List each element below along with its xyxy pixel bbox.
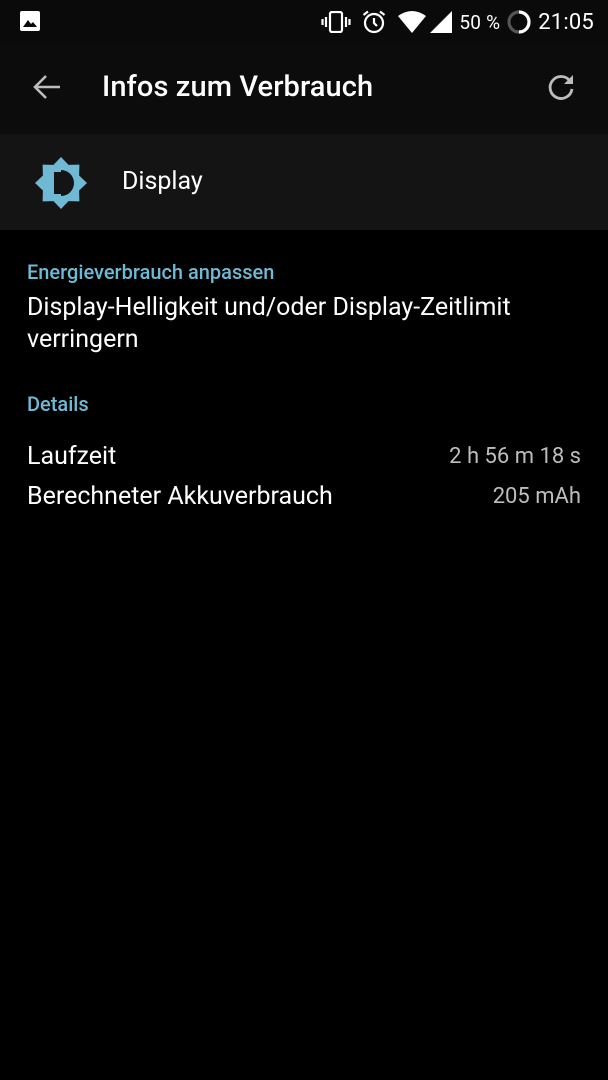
vibrate-icon (321, 11, 352, 33)
battery-percent: 50 % (459, 10, 501, 34)
back-button[interactable] (22, 66, 72, 112)
app-header-card: Display (0, 134, 608, 230)
wifi-icon (397, 10, 427, 34)
detail-row-laufzeit: Laufzeit 2 h 56 m 18 s (27, 438, 581, 474)
status-bar: 50 % 21:05 (0, 0, 608, 44)
detail-label: Laufzeit (27, 441, 117, 471)
detail-value: 205 mAh (492, 483, 581, 509)
refresh-button[interactable] (536, 66, 586, 112)
alarm-icon (361, 9, 387, 35)
refresh-icon (546, 72, 576, 106)
page-title: Infos zum Verbrauch (102, 70, 374, 104)
clock: 21:05 (538, 9, 594, 35)
battery-icon (506, 9, 532, 35)
image-icon (19, 10, 41, 32)
section-title-adjust: Energieverbrauch anpassen (27, 260, 275, 284)
detail-value: 2 h 56 m 18 s (449, 443, 581, 469)
arrow-back-icon (32, 72, 62, 106)
section-title-details: Details (27, 392, 89, 416)
brightness-icon (34, 156, 88, 210)
app-name: Display (122, 167, 203, 196)
app-bar: Infos zum Verbrauch (0, 44, 608, 134)
detail-row-akkuverbrauch: Berechneter Akkuverbrauch 205 mAh (27, 478, 581, 514)
signal-icon (429, 10, 453, 34)
suggestion-item[interactable]: Display-Helligkeit und/oder Display-Zeit… (27, 292, 587, 356)
detail-label: Berechneter Akkuverbrauch (27, 481, 333, 511)
